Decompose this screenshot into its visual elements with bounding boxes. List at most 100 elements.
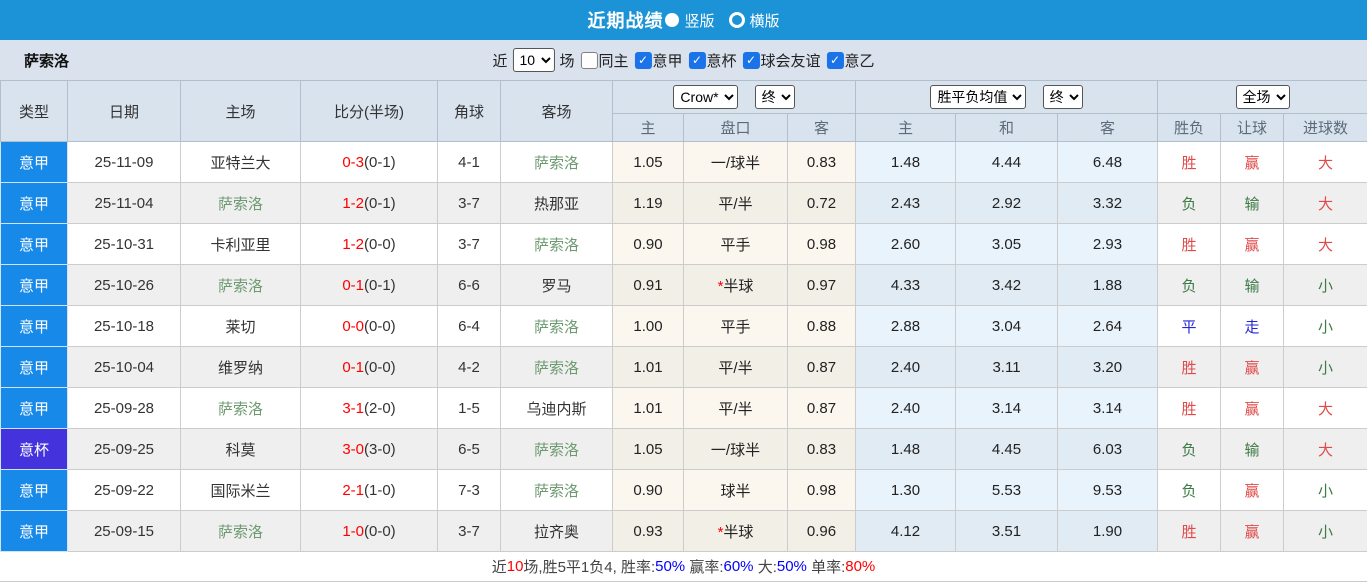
odds-away-cell: 0.97 bbox=[788, 265, 856, 306]
result-cell: 负 bbox=[1158, 183, 1221, 224]
results-table: 类型 日期 主场 比分(半场) 角球 客场 Crow* 终 胜平负均值 终 全场… bbox=[0, 80, 1367, 552]
handicap-result-cell: 赢 bbox=[1221, 347, 1284, 388]
type-cell: 意甲 bbox=[1, 470, 68, 511]
handicap-star: * bbox=[718, 278, 724, 295]
score-fulltime: 0-3 bbox=[342, 154, 364, 171]
result-cell: 负 bbox=[1158, 470, 1221, 511]
horizontal-layout-radio[interactable] bbox=[729, 12, 745, 28]
filter-label-coppa: 意杯 bbox=[707, 50, 737, 71]
odds-away-cell: 0.72 bbox=[788, 183, 856, 224]
date-cell: 25-09-22 bbox=[68, 470, 181, 511]
handicap-cell: 一/球半 bbox=[684, 142, 788, 183]
type-cell: 意甲 bbox=[1, 224, 68, 265]
goals-cell: 大 bbox=[1284, 142, 1367, 183]
avg-draw-cell: 3.11 bbox=[956, 347, 1058, 388]
summary-segment: 近 bbox=[492, 556, 507, 577]
same-home-label: 同主 bbox=[598, 50, 628, 71]
header-row-selects: 类型 日期 主场 比分(半场) 角球 客场 Crow* 终 胜平负均值 终 全场 bbox=[1, 81, 1367, 114]
home-team-cell: 萨索洛 bbox=[181, 265, 301, 306]
type-cell: 意甲 bbox=[1, 306, 68, 347]
score-cell: 0-0(0-0) bbox=[301, 306, 438, 347]
odds-away-cell: 0.87 bbox=[788, 388, 856, 429]
avg-type-select[interactable]: 胜平负均值 bbox=[930, 85, 1026, 109]
filter-label-serie-b: 意乙 bbox=[845, 50, 875, 71]
date-cell: 25-10-04 bbox=[68, 347, 181, 388]
table-row: 意甲25-11-09亚特兰大0-3(0-1)4-1萨索洛1.05一/球半0.83… bbox=[1, 142, 1367, 183]
score-cell: 1-2(0-0) bbox=[301, 224, 438, 265]
odds-away-cell: 0.87 bbox=[788, 347, 856, 388]
same-home-checkbox[interactable] bbox=[580, 52, 597, 69]
date-cell: 25-09-25 bbox=[68, 429, 181, 470]
result-cell: 胜 bbox=[1158, 224, 1221, 265]
type-cell: 意甲 bbox=[1, 183, 68, 224]
avg-draw-cell: 5.53 bbox=[956, 470, 1058, 511]
vertical-layout-radio[interactable] bbox=[665, 13, 679, 27]
score-fulltime: 1-2 bbox=[342, 195, 364, 212]
handicap-cell: 平/半 bbox=[684, 388, 788, 429]
odds-company-select[interactable]: Crow* bbox=[673, 85, 738, 109]
avg-lose-cell: 3.20 bbox=[1058, 347, 1158, 388]
score-fulltime: 3-0 bbox=[342, 441, 364, 458]
odds-away-cell: 0.83 bbox=[788, 429, 856, 470]
goals-cell: 大 bbox=[1284, 388, 1367, 429]
filter-checkbox-friendly[interactable]: ✓ bbox=[743, 52, 760, 69]
score-halftime: (0-0) bbox=[364, 318, 396, 335]
score-fulltime: 1-0 bbox=[342, 523, 364, 540]
type-cell: 意杯 bbox=[1, 429, 68, 470]
avg-lose-cell: 3.32 bbox=[1058, 183, 1158, 224]
filter-label-serie-a: 意甲 bbox=[652, 50, 682, 71]
avg-lose-cell: 1.90 bbox=[1058, 511, 1158, 552]
table-row: 意杯25-09-25科莫3-0(3-0)6-5萨索洛1.05一/球半0.831.… bbox=[1, 429, 1367, 470]
handicap-result-cell: 赢 bbox=[1221, 470, 1284, 511]
scope-select[interactable]: 全场 bbox=[1236, 85, 1290, 109]
table-row: 意甲25-09-22国际米兰2-1(1-0)7-3萨索洛0.90球半0.981.… bbox=[1, 470, 1367, 511]
recent-label: 近 bbox=[492, 50, 507, 71]
corner-cell: 6-4 bbox=[438, 306, 501, 347]
handicap-cell: 平手 bbox=[684, 306, 788, 347]
sub-header-avg-win: 主 bbox=[856, 114, 956, 142]
horizontal-layout-label: 横版 bbox=[750, 10, 780, 31]
recent-count-select[interactable]: 10 bbox=[512, 48, 554, 72]
table-row: 意甲25-10-31卡利亚里1-2(0-0)3-7萨索洛0.90平手0.982.… bbox=[1, 224, 1367, 265]
col-header-score: 比分(半场) bbox=[301, 81, 438, 142]
result-cell: 胜 bbox=[1158, 388, 1221, 429]
sub-header-result: 胜负 bbox=[1158, 114, 1221, 142]
goals-cell: 小 bbox=[1284, 347, 1367, 388]
odds-away-cell: 0.96 bbox=[788, 511, 856, 552]
sub-header-handicap: 盘口 bbox=[684, 114, 788, 142]
filter-label-friendly: 球会友谊 bbox=[761, 50, 821, 71]
handicap-cell: 球半 bbox=[684, 470, 788, 511]
summary-segment: 大: bbox=[754, 556, 777, 577]
score-fulltime: 0-0 bbox=[342, 318, 364, 335]
filter-checkbox-serie-b[interactable]: ✓ bbox=[827, 52, 844, 69]
score-halftime: (0-0) bbox=[364, 236, 396, 253]
filter-checkbox-coppa[interactable]: ✓ bbox=[689, 52, 706, 69]
avg-group-header: 胜平负均值 终 bbox=[856, 81, 1158, 114]
avg-win-cell: 2.40 bbox=[856, 388, 956, 429]
result-group-header: 全场 bbox=[1158, 81, 1367, 114]
sub-header-goals: 进球数 bbox=[1284, 114, 1367, 142]
avg-win-cell: 1.48 bbox=[856, 429, 956, 470]
sub-header-avg-lose: 客 bbox=[1058, 114, 1158, 142]
filter-checkbox-serie-a[interactable]: ✓ bbox=[634, 52, 651, 69]
home-team-cell: 维罗纳 bbox=[181, 347, 301, 388]
handicap-result-cell: 走 bbox=[1221, 306, 1284, 347]
avg-time-select[interactable]: 终 bbox=[1043, 85, 1083, 109]
odds-time-select[interactable]: 终 bbox=[755, 85, 795, 109]
avg-lose-cell: 2.64 bbox=[1058, 306, 1158, 347]
corner-cell: 6-5 bbox=[438, 429, 501, 470]
corner-cell: 3-7 bbox=[438, 183, 501, 224]
handicap-result-cell: 赢 bbox=[1221, 511, 1284, 552]
sub-header-odds-home: 主 bbox=[613, 114, 684, 142]
summary-segment: 单率: bbox=[807, 556, 845, 577]
avg-draw-cell: 4.45 bbox=[956, 429, 1058, 470]
date-cell: 25-10-26 bbox=[68, 265, 181, 306]
col-header-date: 日期 bbox=[68, 81, 181, 142]
corner-cell: 6-6 bbox=[438, 265, 501, 306]
score-cell: 3-1(2-0) bbox=[301, 388, 438, 429]
handicap-cell: 平手 bbox=[684, 224, 788, 265]
handicap-result-cell: 输 bbox=[1221, 183, 1284, 224]
page-title: 近期战绩 bbox=[587, 7, 663, 33]
result-cell: 平 bbox=[1158, 306, 1221, 347]
handicap-result-cell: 输 bbox=[1221, 265, 1284, 306]
